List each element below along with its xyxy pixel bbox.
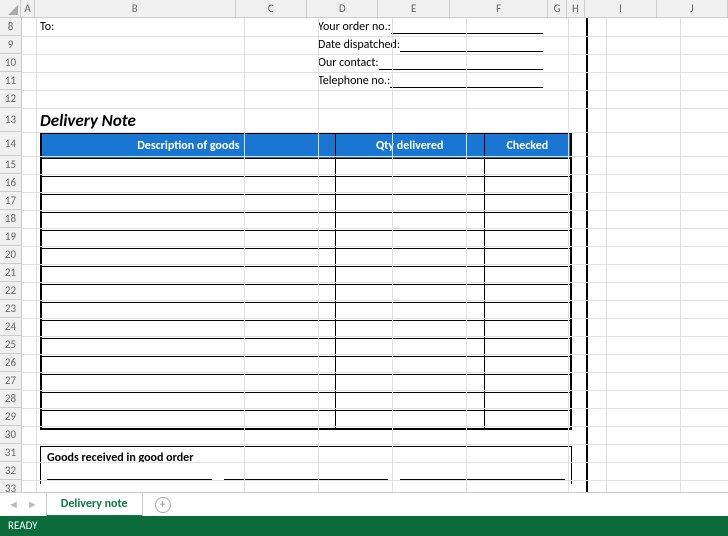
row-header[interactable]: 16 [0,174,21,192]
row-header[interactable]: 10 [0,54,21,72]
row-header[interactable]: 27 [0,372,21,390]
row-header[interactable]: 26 [0,354,21,372]
column-header[interactable]: J [657,0,728,17]
contact-line: Our contact: [318,56,543,70]
row-header[interactable]: 21 [0,264,21,282]
row-header[interactable]: 29 [0,408,21,426]
row-header[interactable]: 18 [0,210,21,228]
row-header[interactable]: 17 [0,192,21,210]
page-title: Delivery Note [40,110,136,131]
row-header[interactable]: 14 [0,132,21,156]
header-checked: Checked [485,134,570,158]
telephone-label: Telephone no.: [318,74,390,88]
tab-prev-icon[interactable]: ◄ [8,498,19,511]
row-header[interactable]: 23 [0,300,21,318]
row-header[interactable]: 19 [0,228,21,246]
column-header[interactable]: I [585,0,656,17]
header-qty: Qty delivered [336,134,485,158]
select-all-triangle[interactable] [0,0,21,17]
column-header[interactable]: D [307,0,378,17]
table-header-row: Description of goods Qty delivered Check… [42,134,570,158]
row-header[interactable]: 12 [0,90,21,108]
column-header[interactable]: E [378,0,449,17]
column-header[interactable]: A [21,0,35,17]
column-header[interactable]: H [567,0,585,17]
cells-area[interactable]: To: Your order no.: Date dispatched: Our… [22,18,728,492]
column-header[interactable]: C [236,0,307,17]
new-sheet-button[interactable]: + [155,497,171,513]
row-header[interactable]: 20 [0,246,21,264]
status-text: READY [8,519,38,532]
row-header[interactable]: 31 [0,444,21,462]
column-header[interactable]: F [450,0,548,17]
status-bar: READY [0,516,728,536]
sheet-tab-delivery-note[interactable]: Delivery note [46,493,143,517]
row-header[interactable]: 24 [0,318,21,336]
telephone-line: Telephone no.: [318,74,543,88]
dispatched-line: Date dispatched: [318,38,543,52]
tab-next-icon[interactable]: ► [27,498,38,511]
dispatched-underline [400,38,543,52]
row-header[interactable]: 9 [0,36,21,54]
row-header[interactable]: 8 [0,18,21,36]
row-header[interactable]: 15 [0,156,21,174]
row-header[interactable]: 33 [0,480,21,492]
row-header[interactable]: 25 [0,336,21,354]
spreadsheet-grid: ABCDEFGHIJ 89101112131415161718192021222… [0,0,728,492]
contact-underline [379,56,543,70]
tab-nav: ◄ ► [0,498,46,511]
order-no-line: Your order no.: [318,20,543,34]
header-description: Description of goods [42,134,336,158]
row-headers: 8910111213141516171819202122232425262728… [0,18,22,492]
row-header[interactable]: 13 [0,108,21,132]
delivery-table: Description of goods Qty delivered Check… [40,132,572,430]
contact-label: Our contact: [318,56,379,70]
column-header[interactable]: G [548,0,566,17]
column-header[interactable]: B [35,0,236,17]
sheet-tabs-bar: ◄ ► Delivery note + [0,492,728,516]
row-header[interactable]: 30 [0,426,21,444]
row-header[interactable]: 22 [0,282,21,300]
row-header[interactable]: 11 [0,72,21,90]
goods-received-box: Goods received in good order [40,446,572,484]
order-no-label: Your order no.: [318,20,391,34]
dispatched-label: Date dispatched: [318,38,400,52]
row-header[interactable]: 28 [0,390,21,408]
column-headers: ABCDEFGHIJ [0,0,728,18]
row-header[interactable]: 32 [0,462,21,480]
to-label: To: [40,20,54,34]
